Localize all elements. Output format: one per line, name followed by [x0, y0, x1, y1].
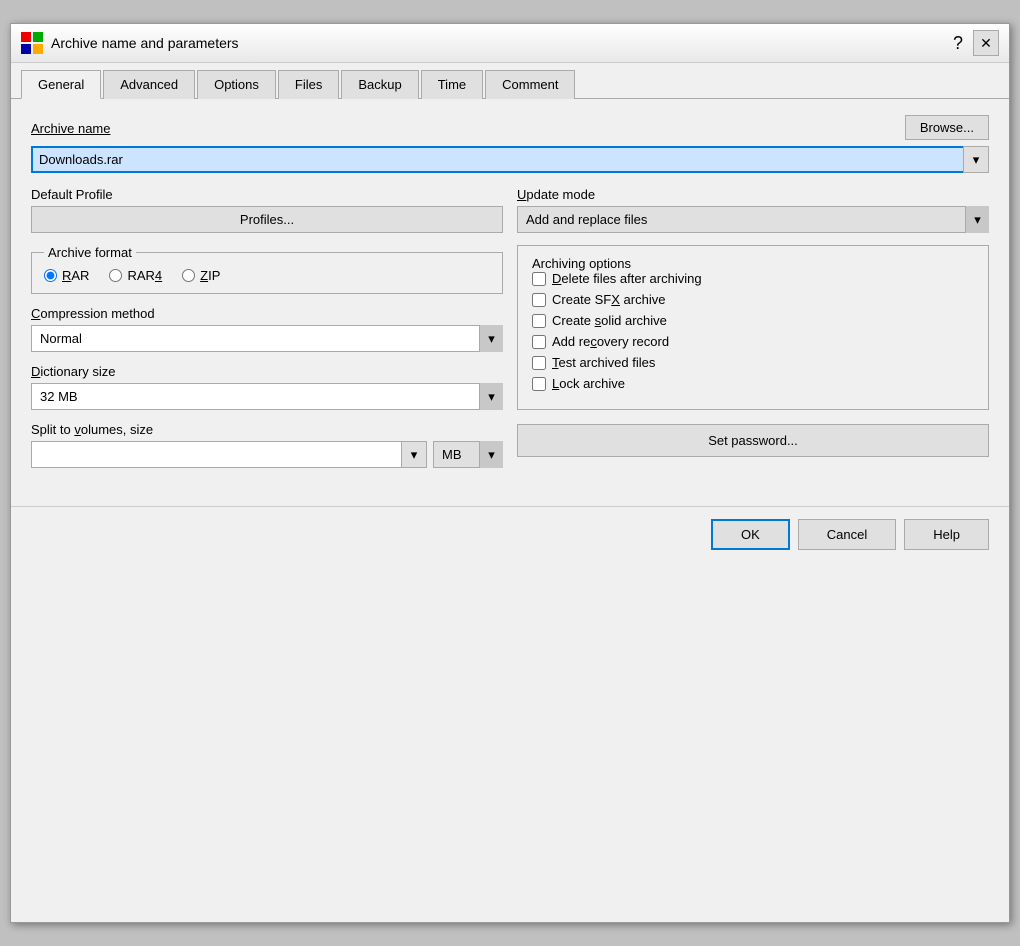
dialog-body: Archive name Browse... ▾ Default Profile… [11, 99, 1009, 506]
ok-button[interactable]: OK [711, 519, 790, 550]
left-section: Archive format RAR RAR4 ZIP [31, 245, 503, 480]
check-lock-input[interactable] [532, 377, 546, 391]
tab-options[interactable]: Options [197, 70, 276, 99]
archive-name-input[interactable] [31, 146, 989, 173]
check-sfx-input[interactable] [532, 293, 546, 307]
compression-section: Compression method Store Fastest Fast No… [31, 306, 503, 352]
radio-rar4[interactable]: RAR4 [109, 268, 162, 283]
check-lock[interactable]: Lock archive [532, 376, 974, 391]
set-password-wrap: Set password... [517, 424, 989, 457]
radio-zip-input[interactable] [182, 269, 195, 282]
tab-comment[interactable]: Comment [485, 70, 575, 99]
compression-label: Compression method [31, 306, 503, 321]
archive-name-label: Archive name [31, 121, 110, 136]
archive-name-input-wrap: ▾ [31, 146, 989, 173]
set-password-button[interactable]: Set password... [517, 424, 989, 457]
check-test-label: Test archived files [552, 355, 655, 370]
check-sfx[interactable]: Create SFX archive [532, 292, 974, 307]
archive-format-radio-group: RAR RAR4 ZIP [44, 268, 490, 283]
split-section: Split to volumes, size ▾ BKBMBGB ▾ [31, 422, 503, 468]
check-test[interactable]: Test archived files [532, 355, 974, 370]
update-mode-col: Update mode Add and replace files Add an… [517, 187, 989, 233]
split-dropdown-arrow[interactable]: ▾ [401, 441, 427, 468]
archiving-options-title: Archiving options [532, 256, 631, 271]
split-input[interactable] [31, 441, 427, 468]
tab-advanced[interactable]: Advanced [103, 70, 195, 99]
compression-select[interactable]: Store Fastest Fast Normal Good Best [31, 325, 503, 352]
format-options-row: Archive format RAR RAR4 ZIP [31, 245, 989, 480]
help-button[interactable]: Help [904, 519, 989, 550]
check-lock-label: Lock archive [552, 376, 625, 391]
radio-rar4-label: RAR4 [127, 268, 162, 283]
archive-name-row: Archive name Browse... [31, 115, 989, 140]
update-mode-select-wrap: Add and replace files Add and update fil… [517, 206, 989, 233]
profile-updatemode-row: Default Profile Profiles... Update mode … [31, 187, 989, 233]
right-section: Archiving options Delete files after arc… [517, 245, 989, 480]
winrar-icon [21, 32, 43, 54]
archive-name-dropdown-arrow[interactable]: ▾ [963, 146, 989, 173]
update-mode-label-rest: pdate mode [526, 187, 595, 202]
default-profile-label: Default Profile [31, 187, 503, 202]
archiving-options-box: Archiving options Delete files after arc… [517, 245, 989, 410]
dialog-title: Archive name and parameters [51, 35, 939, 51]
check-delete-files-label: Delete files after archiving [552, 271, 702, 286]
radio-rar-label: RAR [62, 268, 89, 283]
check-solid[interactable]: Create solid archive [532, 313, 974, 328]
help-icon-button[interactable]: ? [947, 33, 969, 54]
unit-select[interactable]: BKBMBGB [433, 441, 503, 468]
split-row: ▾ BKBMBGB ▾ [31, 441, 503, 468]
split-input-wrap: ▾ [31, 441, 427, 468]
close-button[interactable]: ✕ [973, 30, 999, 56]
dictionary-label: Dictionary size [31, 364, 503, 379]
radio-rar4-input[interactable] [109, 269, 122, 282]
radio-rar-input[interactable] [44, 269, 57, 282]
title-bar: Archive name and parameters ? ✕ [11, 24, 1009, 63]
check-solid-label: Create solid archive [552, 313, 667, 328]
check-recovery-label: Add recovery record [552, 334, 669, 349]
radio-zip[interactable]: ZIP [182, 268, 220, 283]
profiles-button[interactable]: Profiles... [31, 206, 503, 233]
dictionary-dropdown-wrap: 128 KB256 KB512 KB 1 MB2 MB4 MB 8 MB16 M… [31, 383, 503, 410]
tab-files[interactable]: Files [278, 70, 339, 99]
cancel-button[interactable]: Cancel [798, 519, 896, 550]
archive-format-title: Archive format [44, 245, 136, 260]
update-mode-label: Update mode [517, 187, 989, 202]
unit-select-wrap: BKBMBGB ▾ [433, 441, 503, 468]
archive-format-box: Archive format RAR RAR4 ZIP [31, 245, 503, 294]
dictionary-select[interactable]: 128 KB256 KB512 KB 1 MB2 MB4 MB 8 MB16 M… [31, 383, 503, 410]
check-delete-files[interactable]: Delete files after archiving [532, 271, 974, 286]
check-delete-files-input[interactable] [532, 272, 546, 286]
radio-rar[interactable]: RAR [44, 268, 89, 283]
tab-time[interactable]: Time [421, 70, 483, 99]
compression-dropdown-wrap: Store Fastest Fast Normal Good Best ▾ [31, 325, 503, 352]
check-sfx-label: Create SFX archive [552, 292, 665, 307]
title-controls: ? ✕ [947, 30, 999, 56]
browse-button[interactable]: Browse... [905, 115, 989, 140]
dictionary-section: Dictionary size 128 KB256 KB512 KB 1 MB2… [31, 364, 503, 410]
update-mode-select[interactable]: Add and replace files Add and update fil… [517, 206, 989, 233]
tabs-bar: General Advanced Options Files Backup Ti… [11, 63, 1009, 99]
bottom-buttons: OK Cancel Help [11, 506, 1009, 566]
check-solid-input[interactable] [532, 314, 546, 328]
default-profile-col: Default Profile Profiles... [31, 187, 503, 233]
radio-zip-label: ZIP [200, 268, 220, 283]
check-recovery-input[interactable] [532, 335, 546, 349]
tab-general[interactable]: General [21, 70, 101, 99]
split-label: Split to volumes, size [31, 422, 503, 437]
check-test-input[interactable] [532, 356, 546, 370]
check-recovery[interactable]: Add recovery record [532, 334, 974, 349]
tab-backup[interactable]: Backup [341, 70, 418, 99]
main-dialog: Archive name and parameters ? ✕ General … [10, 23, 1010, 923]
